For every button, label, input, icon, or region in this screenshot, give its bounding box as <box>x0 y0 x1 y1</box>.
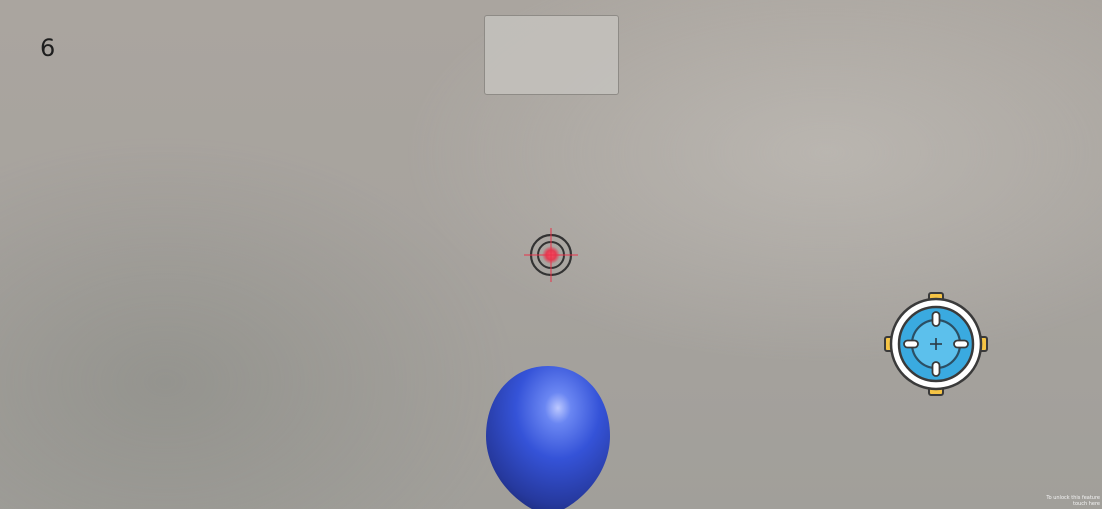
game-scene: 6 To unlock this feature touch here <box>0 0 1102 509</box>
balloon-target[interactable] <box>484 364 612 509</box>
unlock-watermark[interactable]: To unlock this feature touch here <box>1046 495 1100 507</box>
fire-button[interactable] <box>884 292 988 396</box>
score-counter: 6 <box>40 34 56 62</box>
crosshair-reticle-icon <box>524 228 578 282</box>
watermark-line-2: touch here <box>1073 501 1100 507</box>
crosshair-target-icon <box>884 292 988 396</box>
top-panel <box>484 15 619 95</box>
